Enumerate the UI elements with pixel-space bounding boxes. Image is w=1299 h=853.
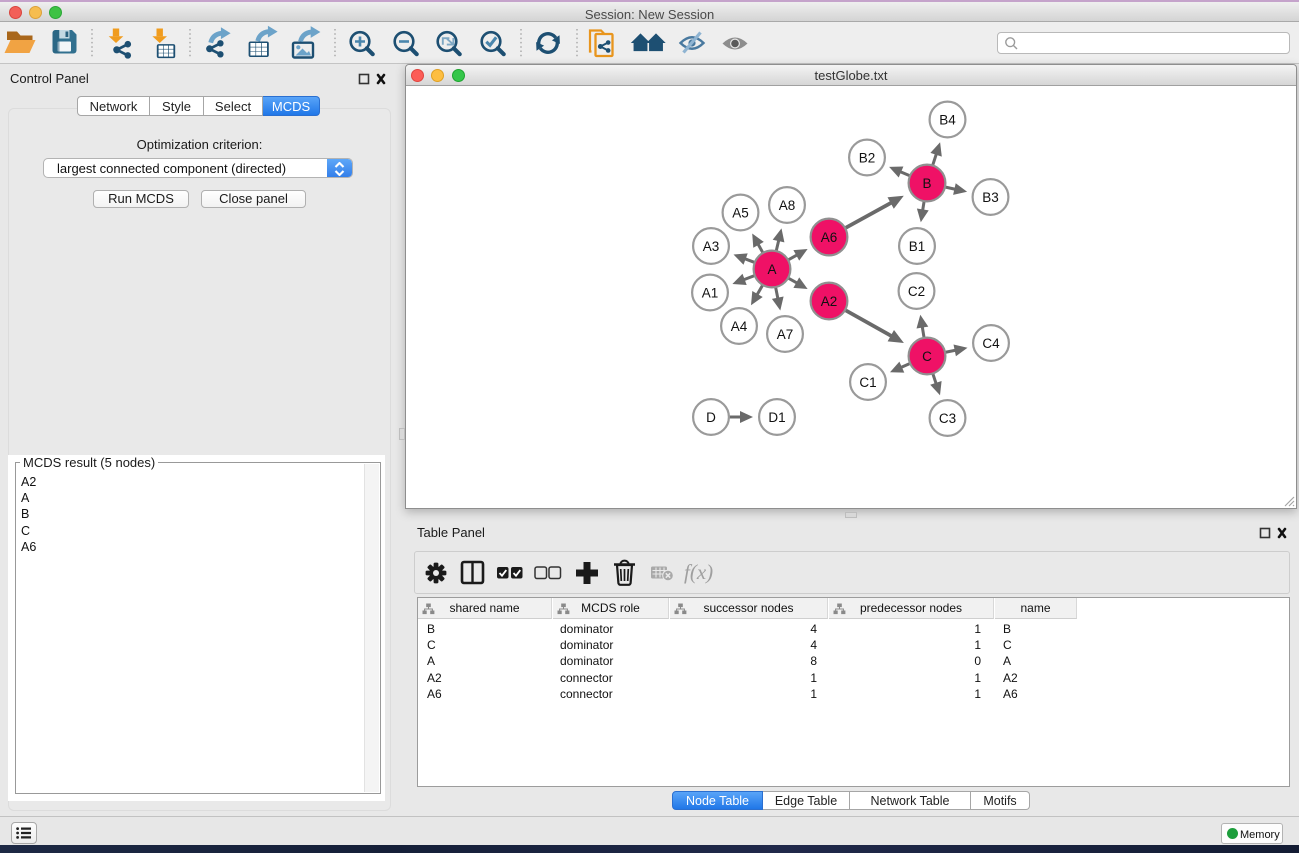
svg-text:D1: D1 xyxy=(768,410,785,425)
svg-text:A: A xyxy=(767,262,776,277)
svg-text:C3: C3 xyxy=(939,411,956,426)
svg-text:B3: B3 xyxy=(982,190,999,205)
svg-text:B2: B2 xyxy=(859,150,876,165)
svg-text:A5: A5 xyxy=(732,205,749,220)
svg-text:A3: A3 xyxy=(703,239,720,254)
svg-text:A1: A1 xyxy=(702,285,719,300)
svg-text:A7: A7 xyxy=(777,327,794,342)
svg-text:B1: B1 xyxy=(909,239,926,254)
svg-text:A2: A2 xyxy=(821,294,838,309)
svg-text:D: D xyxy=(706,410,716,425)
svg-text:B4: B4 xyxy=(939,112,956,127)
svg-text:C: C xyxy=(922,349,932,364)
svg-text:C4: C4 xyxy=(982,336,1000,351)
svg-text:A4: A4 xyxy=(731,319,748,334)
svg-text:C2: C2 xyxy=(908,284,925,299)
svg-text:B: B xyxy=(922,176,931,191)
svg-text:A8: A8 xyxy=(779,198,796,213)
svg-text:A6: A6 xyxy=(821,230,838,245)
svg-text:C1: C1 xyxy=(859,375,876,390)
